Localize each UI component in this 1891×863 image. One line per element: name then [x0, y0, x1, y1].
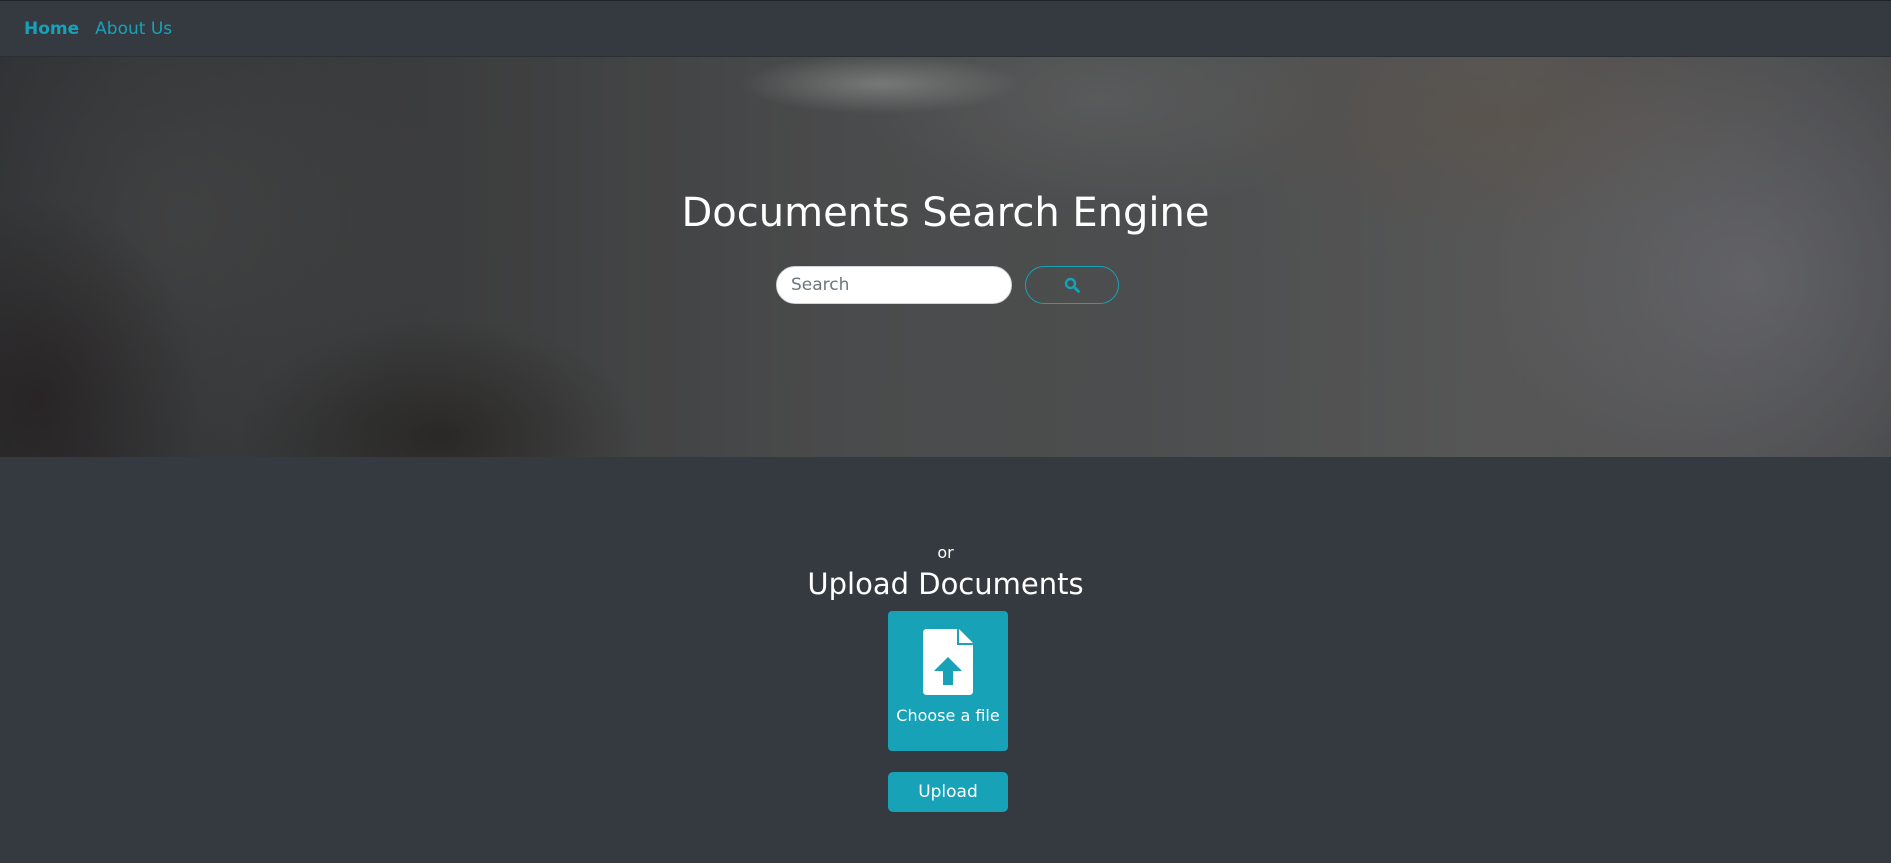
upload-title: Upload Documents [807, 567, 1084, 601]
upload-section: or Upload Documents Choose a file Upload [0, 457, 1891, 863]
upload-button[interactable]: Upload [888, 772, 1008, 812]
hero-background-image [0, 57, 1891, 457]
navbar: Home About Us [0, 0, 1891, 57]
file-upload-icon [923, 629, 973, 695]
search-input[interactable] [776, 266, 1012, 304]
page-title: Documents Search Engine [681, 190, 1210, 236]
choose-file-label: Choose a file [896, 706, 1000, 725]
hero-banner: Documents Search Engine [0, 57, 1891, 457]
choose-file-dropzone[interactable]: Choose a file [888, 611, 1008, 751]
search-icon [1064, 277, 1080, 293]
search-button[interactable] [1025, 266, 1119, 304]
or-separator: or [937, 543, 954, 562]
search-form [776, 266, 1119, 304]
nav-link-home[interactable]: Home [24, 19, 79, 39]
nav-link-about-us[interactable]: About Us [95, 19, 172, 39]
